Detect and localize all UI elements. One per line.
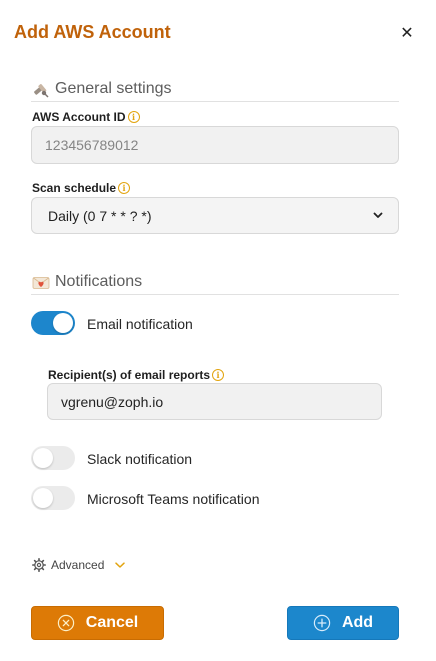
slack-notification-label: Slack notification — [87, 451, 193, 467]
recipients-label-text: Recipient(s) of email reports — [48, 368, 211, 382]
general-settings-heading: General settings — [31, 78, 399, 102]
email-notification-label: Email notification — [87, 316, 193, 332]
toggle-knob — [33, 488, 53, 508]
teams-notification-label: Microsoft Teams notification — [87, 491, 260, 507]
cancel-circle-icon — [57, 614, 74, 632]
section-title: General settings — [55, 79, 172, 97]
scan-schedule-value: Daily (0 7 * * ? *) — [48, 207, 152, 224]
add-aws-account-dialog: Add AWS Account ✕ General settings AWS A… — [8, 8, 428, 653]
account-id-label: AWS Account ID i — [32, 110, 140, 124]
recipients-input[interactable]: vgrenu@zoph.io — [47, 383, 382, 420]
chevron-down-icon — [373, 212, 383, 218]
dialog-title: Add AWS Account — [14, 22, 171, 42]
close-button[interactable]: ✕ — [396, 22, 418, 44]
advanced-label: Advanced — [51, 558, 105, 572]
slack-notification-toggle[interactable] — [31, 446, 75, 470]
account-id-label-text: AWS Account ID — [32, 110, 126, 124]
recipients-label: Recipient(s) of email reports i — [48, 368, 225, 382]
toggle-knob — [53, 313, 73, 333]
info-icon[interactable]: i — [118, 182, 131, 194]
gear-icon — [32, 558, 46, 572]
close-icon: ✕ — [400, 25, 414, 42]
notifications-heading: Notifications — [31, 271, 399, 295]
account-id-field: 123456789012 — [31, 126, 399, 164]
info-icon[interactable]: i — [127, 111, 140, 123]
info-icon[interactable]: i — [212, 369, 225, 381]
toggle-knob — [33, 448, 53, 468]
scan-schedule-label-text: Scan schedule — [32, 181, 117, 195]
section-title: Notifications — [55, 272, 143, 290]
email-notification-toggle[interactable] — [31, 311, 75, 335]
satellite-icon — [31, 81, 51, 99]
chevron-down-icon — [115, 562, 126, 568]
add-label: Add — [341, 614, 374, 631]
envelope-heart-icon — [31, 274, 51, 292]
cancel-label: Cancel — [85, 614, 139, 631]
cancel-button[interactable]: Cancel — [31, 606, 164, 640]
advanced-toggle[interactable]: Advanced — [32, 558, 126, 572]
scan-schedule-label: Scan schedule i — [32, 181, 131, 195]
add-button[interactable]: Add — [287, 606, 399, 640]
add-circle-icon — [313, 614, 331, 632]
teams-notification-toggle[interactable] — [31, 486, 75, 510]
scan-schedule-select[interactable]: Daily (0 7 * * ? *) — [31, 197, 399, 234]
